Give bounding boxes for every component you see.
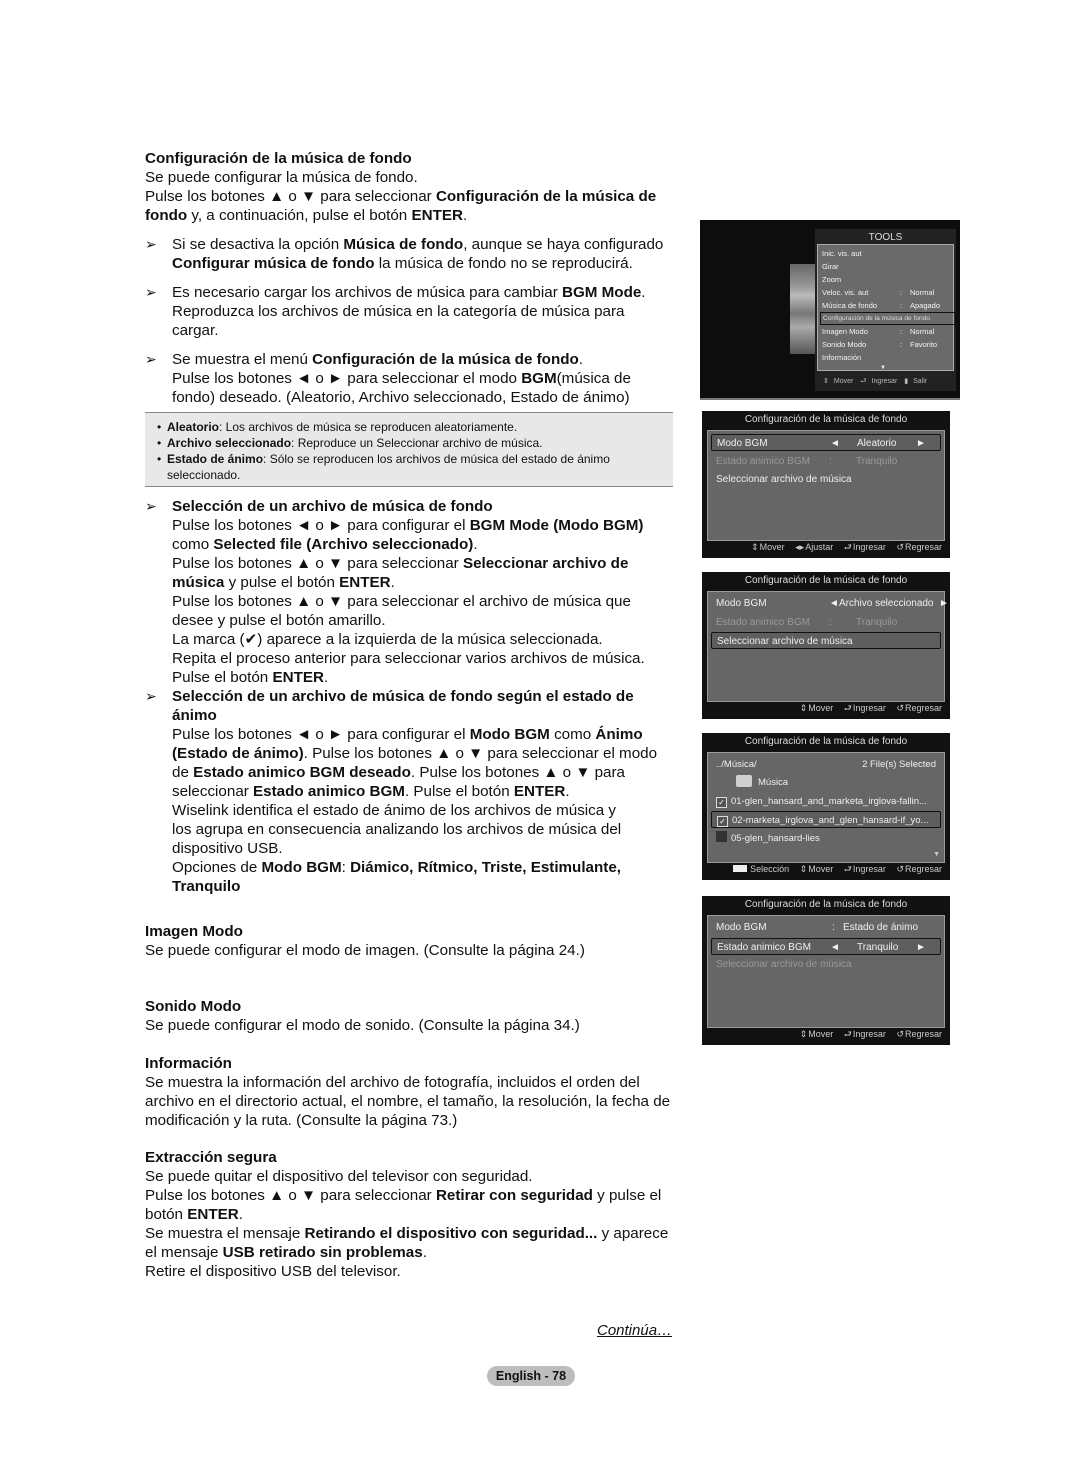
move-icon: ⇕ (799, 864, 808, 874)
row-select-file[interactable]: Seleccionar archivo de música (711, 471, 941, 488)
file-row[interactable]: ✓ 01-glen_hansard_and_marketa_irglova-fal… (711, 793, 941, 810)
return-icon: ↺ (896, 864, 904, 874)
tools-item[interactable]: Sonido Modo: Favorito (822, 338, 950, 351)
tools-menu: TOOLS Inic. vis. aut Girar Zoom Veloc. v… (815, 229, 956, 391)
note: ➢ Es necesario cargar los archivos de mú… (145, 284, 646, 339)
section-extract: Extracción segura Se puede quitar el dis… (145, 1148, 675, 1281)
section-sonido: Sonido Modo Se puede configurar el modo … (145, 997, 675, 1035)
row-modo-bgm[interactable]: Modo BGM : Estado de ánimo (711, 919, 941, 936)
screen-title: Configuración de la música de fondo (744, 414, 908, 425)
file-row[interactable]: 05-glen_hansard-lies (711, 830, 941, 847)
heading-mood: Selección de un archivo de música de fon… (172, 688, 634, 705)
tv-screen-bgm-mood: Configuración de la música de fondo Modo… (702, 896, 950, 1045)
row-select-file[interactable]: Seleccionar archivo de música (711, 956, 941, 973)
tools-item[interactable]: Girar (822, 260, 950, 273)
scroll-down-icon[interactable]: ▼ (880, 365, 886, 371)
tools-item[interactable]: Veloc. vis. aut: Normal (822, 286, 950, 299)
tools-list: Inic. vis. aut Girar Zoom Veloc. vis. au… (817, 244, 956, 371)
screen-panel: ../Música/ 2 File(s) Selected Música ✓ 01… (707, 752, 945, 863)
heading-info: Información (145, 1055, 232, 1072)
move-icon: ⇕ (799, 1029, 808, 1039)
checkbox-unchecked-icon (716, 831, 727, 842)
screen-title: Configuración de la música de fondo (744, 736, 908, 747)
row-select-file[interactable]: Seleccionar archivo de música (711, 632, 941, 649)
screen-panel: Modo BGM ◄ Aleatorio ► Estado animico BG… (707, 430, 945, 541)
row-modo-bgm[interactable]: Modo BGM ◄ Aleatorio ► (711, 434, 941, 451)
folder-icon (736, 775, 752, 787)
bullet-item: • Archivo seleccionado: Reproduce un Sele… (157, 436, 543, 450)
note-arrow-icon: ➢ (145, 688, 157, 704)
tools-item[interactable]: Inic. vis. aut (822, 247, 950, 260)
adjust-icon: ◂▸ (795, 542, 805, 552)
path-row: ../Música/ 2 File(s) Selected (716, 759, 936, 770)
scroll-down-icon[interactable]: ▼ (933, 851, 940, 858)
row-estado-animico[interactable]: Estado animico BGM ◄ Tranquilo ► (711, 938, 941, 955)
tv-screen-file-list: Configuración de la música de fondo ../M… (702, 733, 950, 880)
enter-icon: ⮐ (860, 378, 867, 385)
checkbox-checked-icon: ✓ (717, 816, 728, 827)
move-icon: ⇕ (751, 542, 759, 552)
section-info: Información Se muestra la información de… (145, 1054, 675, 1130)
continue-link: Continúa… (597, 1322, 673, 1339)
heading-imagen: Imagen Modo (145, 923, 243, 940)
screen-footer: ⇕Mover ⮐Ingresar ↺Regresar (799, 703, 942, 713)
tv-screen-bgm-archivo: Configuración de la música de fondo Modo… (702, 572, 950, 719)
row-estado-animico[interactable]: Estado animico BGM : Tranquilo (711, 614, 941, 631)
screen-panel: Modo BGM ◄ Archivo seleccionado ► Estado… (707, 591, 949, 702)
file-row-selected[interactable]: ✓ 02-marketa_irglova_and_glen_hansard-if_… (711, 811, 941, 828)
page-number-badge: English - 78 (487, 1366, 575, 1386)
move-icon: ⇕ (823, 378, 829, 385)
note: ➢ Se muestra el menú Configuración de la… (145, 351, 631, 406)
note-arrow-icon: ➢ (145, 351, 157, 367)
return-icon: ↺ (896, 1029, 904, 1039)
row-modo-bgm[interactable]: Modo BGM ◄ Archivo seleccionado ► (711, 595, 949, 612)
text: Pulse los botones ▲ o ▼ para seleccionar… (145, 188, 657, 205)
note-arrow-icon: ➢ (145, 236, 157, 252)
note: ➢ Selección de un archivo de música de f… (145, 687, 675, 896)
tools-footer: ⇕ Mover ⮐ Ingresar ▮ Salir (823, 378, 928, 385)
enter-icon: ⮐ (843, 542, 852, 552)
screen-title: Configuración de la música de fondo (744, 899, 908, 910)
tools-title: TOOLS (868, 232, 903, 243)
heading-extract: Extracción segura (145, 1149, 277, 1166)
bullet-item: • Aleatorio: Los archivos de música se re… (157, 420, 518, 434)
heading-sonido: Sonido Modo (145, 998, 242, 1015)
note: ➢ Selección de un archivo de música de f… (145, 497, 675, 687)
tools-item[interactable]: Información (822, 351, 950, 364)
text: fondo y, a continuación, pulse el botón … (145, 207, 468, 224)
screen-footer: ⇕Mover ◂▸Ajustar ⮐Ingresar ↺Regresar (751, 542, 942, 552)
row-estado-animico[interactable]: Estado animico BGM : Tranquilo (711, 453, 941, 470)
note-arrow-icon: ➢ (145, 498, 157, 514)
tools-item-selected[interactable]: Configuración de la música de fondo (820, 312, 956, 325)
text: Se puede configurar la música de fondo. (145, 169, 418, 186)
return-icon: ↺ (896, 703, 904, 713)
screen-footer: Selección ⇕Mover ⮐Ingresar ↺Regresar (725, 862, 942, 878)
tv-screen-bgm-aleatorio: Configuración de la música de fondo Modo… (702, 411, 950, 558)
bullet-item: • Estado de ánimo: Sólo se reproducen los… (157, 452, 610, 482)
yellow-button-icon (733, 865, 748, 872)
screen-panel: Modo BGM : Estado de ánimo Estado animic… (707, 915, 945, 1028)
screen-footer: ⇕Mover ⮐Ingresar ↺Regresar (799, 1029, 942, 1039)
enter-icon: ⮐ (843, 1029, 852, 1039)
section-bgm-config: Configuración de la música de fondo Se p… (145, 149, 675, 407)
folder-row[interactable]: Música (711, 774, 941, 791)
tools-item[interactable]: Música de fondo: Apagado (822, 299, 950, 312)
enter-icon: ⮐ (843, 703, 852, 713)
screen-title: Configuración de la música de fondo (744, 575, 908, 586)
heading-bgm-config: Configuración de la música de fondo (145, 150, 412, 167)
return-icon: ↺ (896, 542, 904, 552)
tools-item[interactable]: Imagen Modo: Normal (822, 325, 950, 338)
tools-item[interactable]: Zoom (822, 273, 950, 286)
checkbox-checked-icon: ✓ (716, 797, 727, 808)
enter-icon: ⮐ (843, 864, 852, 874)
heading-select-file: Selección de un archivo de música de fon… (172, 498, 493, 515)
note-arrow-icon: ➢ (145, 284, 157, 300)
move-icon: ⇕ (799, 703, 808, 713)
note: ➢ Si se desactiva la opción Música de fo… (145, 236, 664, 272)
mode-info-box: • Aleatorio: Los archivos de música se re… (145, 412, 673, 487)
exit-icon: ▮ (904, 378, 909, 385)
section-select-file: ➢ Selección de un archivo de música de f… (145, 497, 675, 896)
section-imagen: Imagen Modo Se puede configurar el modo … (145, 922, 675, 960)
